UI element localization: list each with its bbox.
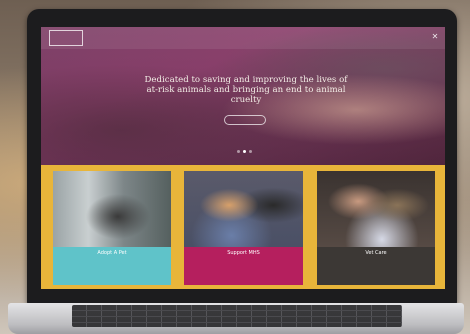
card-body: Support MHS [184, 247, 303, 285]
menu-icon[interactable]: ✕ [431, 33, 439, 41]
card-photo-dogs-in-kennel [53, 171, 171, 247]
card-photo-puppies [184, 171, 303, 247]
card-adopt-a-pet[interactable]: Adopt A Pet [53, 171, 171, 285]
slider-dot-active[interactable] [243, 150, 246, 153]
card-title[interactable]: Vet Care [317, 250, 435, 256]
card-title[interactable]: Support MHS [184, 250, 303, 256]
slider-dot[interactable] [249, 150, 252, 153]
slider-dots [237, 150, 252, 153]
card-body: Vet Care [317, 247, 435, 285]
card-photo-woman-with-kitten [317, 171, 435, 247]
keyboard-rows [72, 305, 402, 327]
card-title[interactable]: Adopt A Pet [53, 250, 171, 256]
top-bar: ✕ [41, 27, 445, 49]
hero-heading: Dedicated to saving and improving the li… [144, 75, 348, 105]
hero-cta-button[interactable] [224, 115, 266, 125]
card-support-mhs[interactable]: Support MHS [184, 171, 303, 285]
site-logo[interactable] [49, 30, 83, 46]
hero-banner: ✕ Dedicated to saving and improving the … [41, 27, 445, 165]
feature-cards: Adopt A Pet Support MHS Vet Care [41, 165, 445, 289]
card-body: Adopt A Pet [53, 247, 171, 285]
laptop-screen: ✕ Dedicated to saving and improving the … [41, 27, 445, 289]
slider-dot[interactable] [237, 150, 240, 153]
card-vet-care[interactable]: Vet Care [317, 171, 435, 285]
